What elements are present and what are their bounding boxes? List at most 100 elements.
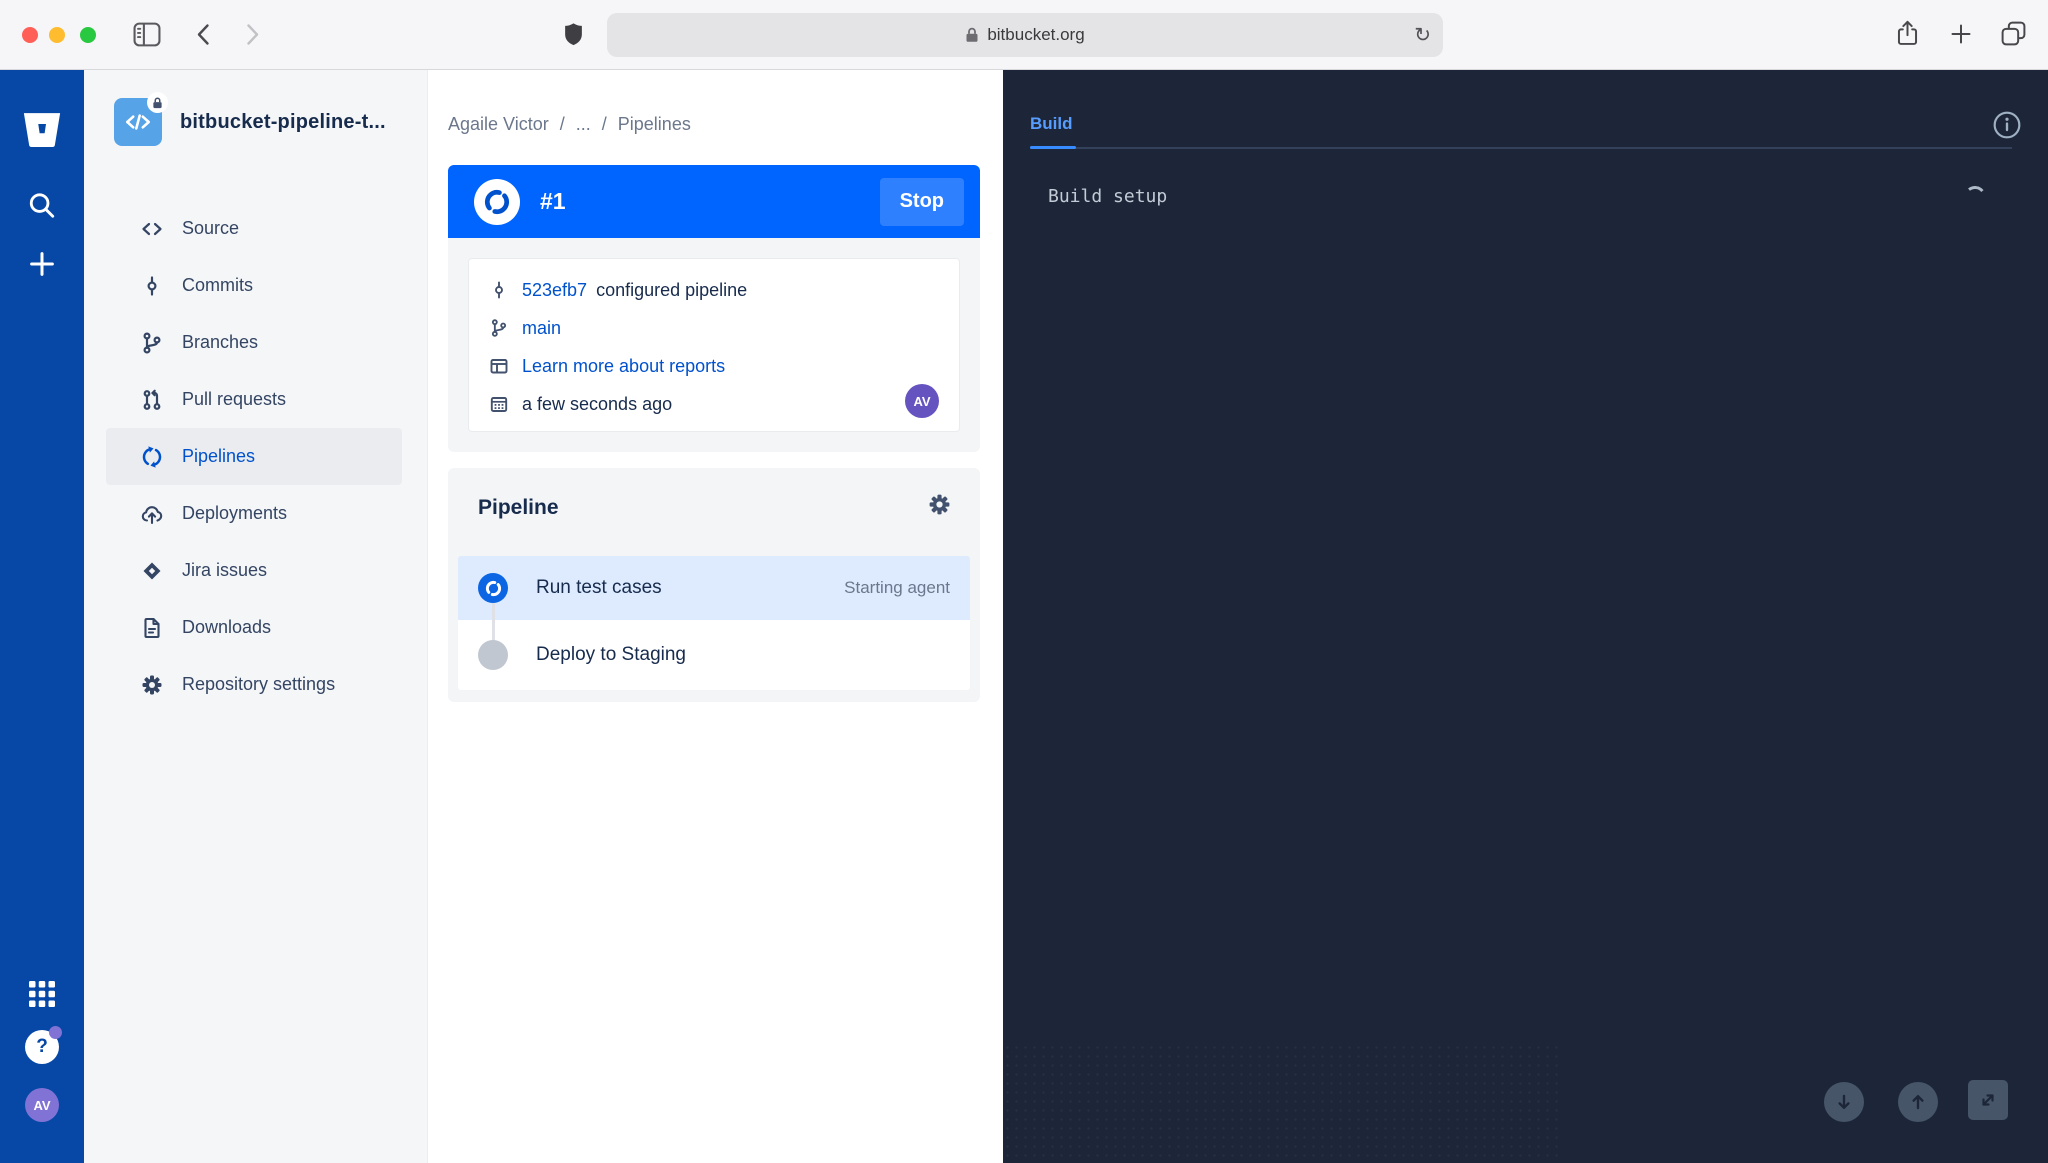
create-plus-icon[interactable] <box>27 249 57 279</box>
commit-icon <box>489 280 509 300</box>
pipeline-steps-card: Pipeline Run test cases Starti <box>448 468 980 702</box>
run-time: a few seconds ago <box>522 394 672 415</box>
tab-overview-icon[interactable] <box>2000 20 2027 47</box>
arrow-up-icon <box>1906 1090 1930 1114</box>
sidebar-item-commits[interactable]: Commits <box>106 257 402 314</box>
step-run-test-cases[interactable]: Run test cases Starting agent <box>458 556 970 620</box>
step-running-icon <box>478 573 508 603</box>
jira-icon <box>140 559 164 583</box>
share-icon[interactable] <box>1895 19 1920 47</box>
pipeline-main-panel: Agaile Victor / ... / Pipelines #1 Stop … <box>428 70 1003 1163</box>
address-bar[interactable]: bitbucket.org ↻ <box>607 13 1443 57</box>
loading-spinner-icon <box>1963 185 1987 209</box>
sidebar-item-downloads[interactable]: Downloads <box>106 599 402 656</box>
fullscreen-button[interactable] <box>1968 1080 2008 1120</box>
sidebar-item-label: Repository settings <box>182 674 335 695</box>
breadcrumb-current[interactable]: Pipelines <box>618 114 691 135</box>
sidebar-item-deployments[interactable]: Deployments <box>106 485 402 542</box>
build-setup-line[interactable]: Build setup <box>1048 186 1167 207</box>
notification-dot <box>49 1026 62 1039</box>
commit-hash-link[interactable]: 523efb7 <box>522 280 587 301</box>
run-details-card: 523efb7 configured pipeline main Learn m… <box>468 258 960 432</box>
help-glyph: ? <box>36 1036 48 1058</box>
repo-header: bitbucket-pipeline-t... <box>114 98 386 146</box>
step-name: Run test cases <box>536 577 662 599</box>
pipeline-settings-gear-icon[interactable] <box>927 492 952 522</box>
repo-sidebar: bitbucket-pipeline-t... Source Commits B… <box>84 70 428 1163</box>
commit-row: 523efb7 configured pipeline <box>489 271 939 309</box>
run-author-avatar: AV <box>905 384 939 418</box>
scroll-to-top-button[interactable] <box>1898 1082 1938 1122</box>
back-icon[interactable] <box>193 22 213 47</box>
run-details-section: 523efb7 configured pipeline main Learn m… <box>448 238 980 452</box>
sidebar-item-pull-requests[interactable]: Pull requests <box>106 371 402 428</box>
step-deploy-to-staging[interactable]: Deploy to Staging <box>458 620 970 690</box>
sidebar-item-pipelines[interactable]: Pipelines <box>106 428 402 485</box>
sidebar-item-source[interactable]: Source <box>106 200 402 257</box>
time-row: a few seconds ago <box>489 385 939 423</box>
bitbucket-logo[interactable] <box>22 111 62 149</box>
tab-build[interactable]: Build <box>1030 114 1073 134</box>
commit-message: configured pipeline <box>596 280 747 301</box>
pipelines-icon <box>140 445 164 469</box>
app-switcher-icon[interactable] <box>29 981 55 1007</box>
private-lock-icon <box>147 92 168 113</box>
repo-avatar[interactable] <box>114 98 162 146</box>
zoom-window-button[interactable] <box>80 27 96 43</box>
breadcrumb-ellipsis[interactable]: ... <box>576 114 591 135</box>
sidebar-item-branches[interactable]: Branches <box>106 314 402 371</box>
deployments-icon <box>140 502 164 526</box>
reports-link[interactable]: Learn more about reports <box>522 356 725 377</box>
breadcrumb-separator: / <box>560 114 565 135</box>
sidebar-item-label: Pull requests <box>182 389 286 410</box>
calendar-icon <box>489 394 509 414</box>
breadcrumb-separator: / <box>602 114 607 135</box>
tab-divider <box>1030 147 2012 149</box>
sidebar-toggle-icon[interactable] <box>133 21 161 48</box>
pipeline-run-header: #1 Stop <box>448 165 980 238</box>
stop-button[interactable]: Stop <box>880 178 964 226</box>
sidebar-item-label: Pipelines <box>182 446 255 467</box>
avatar-initials: AV <box>25 1088 59 1122</box>
reload-icon[interactable]: ↻ <box>1414 23 1431 48</box>
build-log-panel: Build Build setup <box>1003 70 2048 1163</box>
close-window-button[interactable] <box>22 27 38 43</box>
pipeline-card-title: Pipeline <box>478 496 559 520</box>
arrow-down-icon <box>1832 1090 1856 1114</box>
commits-icon <box>140 274 164 298</box>
sidebar-item-label: Deployments <box>182 503 287 524</box>
sidebar-item-label: Branches <box>182 332 258 353</box>
new-tab-icon[interactable] <box>1948 21 1974 47</box>
run-in-progress-icon <box>474 179 520 225</box>
settings-gear-icon <box>140 673 164 697</box>
breadcrumb-owner[interactable]: Agaile Victor <box>448 114 549 135</box>
tab-active-underline <box>1030 146 1076 149</box>
sidebar-item-label: Source <box>182 218 239 239</box>
minimize-window-button[interactable] <box>49 27 65 43</box>
branch-link[interactable]: main <box>522 318 561 339</box>
app-sidebar: ? AV <box>0 70 84 1163</box>
pipeline-steps-list: Run test cases Starting agent Deploy to … <box>458 556 970 690</box>
source-icon <box>140 217 164 241</box>
privacy-shield-icon[interactable] <box>562 21 585 47</box>
breadcrumb: Agaile Victor / ... / Pipelines <box>448 114 691 135</box>
info-icon[interactable] <box>1992 110 2022 145</box>
help-button[interactable]: ? <box>25 1030 59 1064</box>
branches-icon <box>140 331 164 355</box>
pull-requests-icon <box>140 388 164 412</box>
step-name: Deploy to Staging <box>536 644 686 666</box>
profile-avatar[interactable]: AV <box>25 1088 59 1122</box>
help-icon: ? <box>25 1030 59 1064</box>
search-icon[interactable] <box>27 190 58 221</box>
sidebar-item-repository-settings[interactable]: Repository settings <box>106 656 402 713</box>
scroll-to-bottom-button[interactable] <box>1824 1082 1864 1122</box>
step-pending-icon <box>478 640 508 670</box>
repo-nav: Source Commits Branches Pull requests <box>84 200 428 713</box>
url-text: bitbucket.org <box>987 25 1084 45</box>
sidebar-item-jira-issues[interactable]: Jira issues <box>106 542 402 599</box>
sidebar-item-label: Jira issues <box>182 560 267 581</box>
forward-icon[interactable] <box>243 22 263 47</box>
repo-title: bitbucket-pipeline-t... <box>180 111 386 134</box>
step-status: Starting agent <box>844 578 950 598</box>
reports-row: Learn more about reports <box>489 347 939 385</box>
